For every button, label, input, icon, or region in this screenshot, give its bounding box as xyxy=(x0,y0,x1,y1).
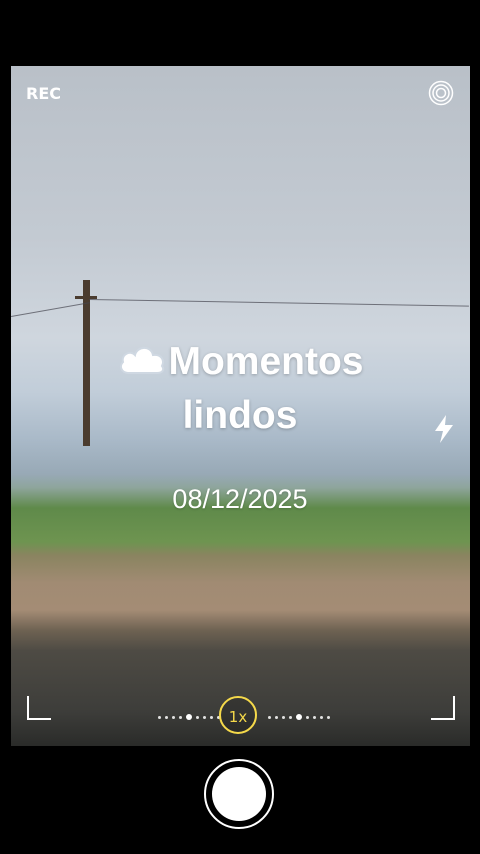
overlay-date: 08/12/2025 xyxy=(172,484,308,514)
frame-corner-left xyxy=(27,696,51,720)
power-line xyxy=(11,302,90,317)
cloud-icon xyxy=(117,338,167,390)
title-line1: Momentos xyxy=(168,340,364,383)
shutter-button[interactable] xyxy=(204,759,274,829)
zoom-button[interactable]: 1x xyxy=(219,696,257,734)
title-line2: lindos xyxy=(182,394,298,437)
zoom-scale-left[interactable] xyxy=(158,714,220,720)
zoom-scale-right[interactable] xyxy=(268,714,330,720)
rec-label[interactable]: REC xyxy=(26,84,61,103)
flash-icon[interactable] xyxy=(432,414,456,444)
frame-corner-right xyxy=(431,696,455,720)
power-line xyxy=(88,299,469,307)
shutter-inner xyxy=(212,767,266,821)
settings-rings-icon[interactable] xyxy=(428,80,454,106)
overlay-title: Momentos lindos xyxy=(60,336,420,442)
